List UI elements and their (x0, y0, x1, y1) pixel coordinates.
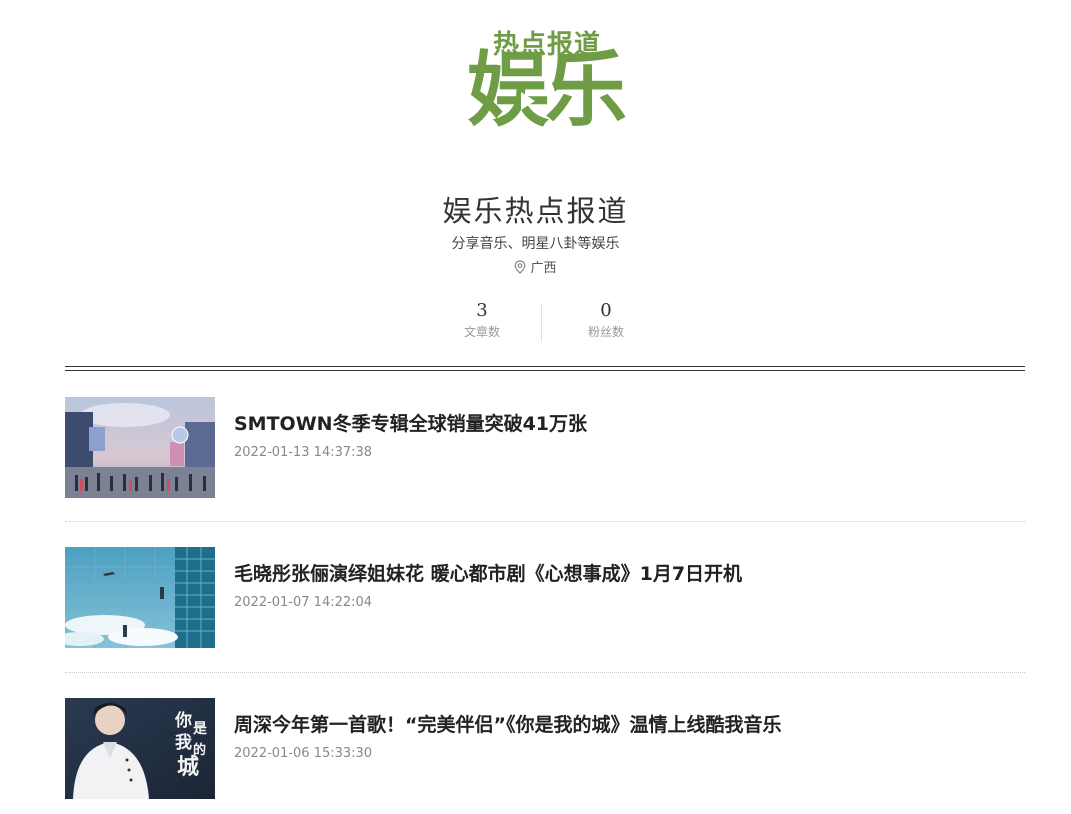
stats-divider (541, 304, 542, 342)
article-thumbnail-image (65, 547, 215, 648)
account-stats: 3 文章数 0 粉丝数 (432, 300, 652, 346)
article-thumbnail-image: 你 是 我 的 城 (65, 698, 215, 799)
logo-main-text: 娱乐 (467, 43, 627, 138)
article-date: 2022-01-07 14:22:04 (234, 595, 373, 610)
account-name: 娱乐热点报道 (442, 194, 629, 228)
stat-followers[interactable]: 0 粉丝数 (556, 300, 656, 340)
thumb-title-char-2: 是 (193, 721, 208, 737)
account-logo: 热点报道 娱乐 (465, 24, 627, 174)
article-separator (65, 672, 1025, 673)
article-thumbnail[interactable] (65, 397, 215, 498)
article-thumbnail[interactable] (65, 547, 215, 648)
article-item[interactable]: SMTOWN冬季专辑全球销量突破41万张 2022-01-13 14:37:38 (65, 397, 1025, 498)
article-item[interactable]: 你 是 我 的 城 周深今年第一首歌！“完美伴侣”《你是我的城》温情上线酷我音乐… (65, 698, 1025, 799)
thumb-title-char-3: 我 (175, 733, 192, 753)
location-text: 广西 (530, 261, 557, 276)
article-date: 2022-01-13 14:37:38 (234, 445, 373, 460)
account-location: 广西 (0, 257, 1071, 276)
map-pin-icon (515, 260, 526, 274)
stat-followers-label: 粉丝数 (587, 325, 624, 339)
article-thumbnail-image (65, 397, 215, 498)
header-divider (65, 366, 1025, 371)
article-separator (65, 521, 1025, 522)
article-title[interactable]: 毛晓彤张俪演绎姐妹花 暖心都市剧《心想事成》1月7日开机 (234, 559, 742, 586)
stat-articles-label: 文章数 (463, 325, 500, 339)
article-item[interactable]: 毛晓彤张俪演绎姐妹花 暖心都市剧《心想事成》1月7日开机 2022-01-07 … (65, 547, 1025, 648)
thumb-title-char-5: 城 (177, 754, 199, 780)
article-date: 2022-01-06 15:33:30 (234, 746, 373, 761)
stat-followers-value: 0 (600, 300, 612, 321)
thumb-title-char-1: 你 (174, 710, 192, 731)
play-icon (521, 92, 535, 110)
account-bio: 分享音乐、明星八卦等娱乐 (451, 236, 620, 252)
stat-articles-value: 3 (476, 300, 488, 321)
article-thumbnail[interactable]: 你 是 我 的 城 (65, 698, 215, 799)
stat-articles[interactable]: 3 文章数 (432, 300, 532, 340)
article-title[interactable]: SMTOWN冬季专辑全球销量突破41万张 (234, 409, 587, 436)
article-title[interactable]: 周深今年第一首歌！“完美伴侣”《你是我的城》温情上线酷我音乐 (234, 710, 781, 737)
